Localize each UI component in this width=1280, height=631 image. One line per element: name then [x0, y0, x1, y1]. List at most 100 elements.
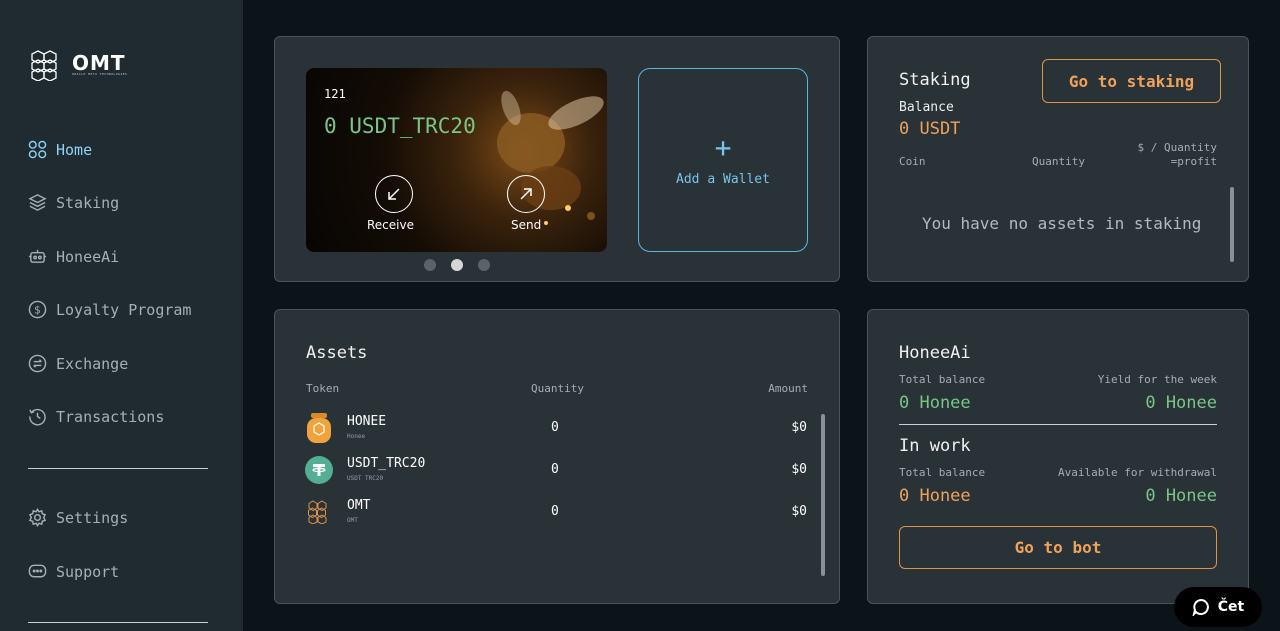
- nav-label: Home: [56, 140, 93, 159]
- wallet-banner[interactable]: 121 0 USDT_TRC20 Receive Send: [306, 68, 607, 252]
- assets-scrollbar[interactable]: [821, 414, 825, 576]
- withdrawal-value: 0 Honee: [1145, 486, 1217, 506]
- token-name: HONEE: [347, 414, 387, 429]
- token-quantity: 0: [551, 504, 559, 519]
- carousel-dot-active[interactable]: [451, 259, 463, 271]
- nav-item-honeeai[interactable]: HoneeAi: [28, 247, 119, 266]
- nav-label: HoneeAi: [56, 247, 120, 266]
- token-subname: USDT TRC20: [347, 475, 384, 482]
- token-quantity: 0: [551, 420, 559, 435]
- assets-card: Assets Token Quantity Amount HONEE Honee…: [274, 309, 840, 604]
- token-amount: $0: [791, 504, 807, 519]
- brand-logo[interactable]: OMT ORACLE META TECHNOLOGIES: [28, 49, 127, 81]
- in-work-title: In work: [899, 436, 971, 456]
- robot-icon: [28, 249, 47, 263]
- token-subname: OMT: [347, 517, 358, 524]
- col-quantity: Quantity: [1032, 155, 1085, 168]
- history-icon: [29, 408, 46, 426]
- col-profit-line1: $ / Quantity: [1137, 141, 1217, 154]
- col-coin: Coin: [899, 155, 926, 168]
- gear-icon: [28, 508, 47, 527]
- table-row[interactable]: HONEE Honee 0 $0: [305, 410, 807, 450]
- nav-item-support[interactable]: Support: [28, 562, 119, 581]
- nav-label: Loyalty Program: [56, 300, 192, 319]
- go-to-bot-button[interactable]: Go to bot: [899, 526, 1217, 569]
- bee-illustration-icon: [497, 90, 604, 225]
- token-subname: Honee: [347, 433, 366, 440]
- add-wallet-button[interactable]: + Add a Wallet: [638, 68, 808, 252]
- chat-icon: [1192, 598, 1209, 616]
- chat-widget-button[interactable]: Čet: [1174, 587, 1262, 627]
- table-row[interactable]: USDT_TRC20 USDT TRC20 0 $0: [305, 452, 807, 492]
- home-icon: [28, 140, 47, 159]
- col-token: Token: [306, 382, 340, 395]
- go-to-staking-button[interactable]: Go to staking: [1042, 59, 1221, 103]
- nav-label: Transactions: [56, 407, 165, 426]
- total-balance-value: 0 Honee: [899, 393, 971, 413]
- sidebar-divider: [28, 622, 208, 623]
- staking-balance-value: 0 USDT: [899, 119, 961, 139]
- send-button[interactable]: [507, 175, 545, 213]
- send-label: Send: [511, 218, 542, 232]
- nav-label: Staking: [56, 193, 120, 212]
- nav-item-staking[interactable]: Staking: [28, 193, 119, 212]
- token-amount: $0: [791, 462, 807, 477]
- sidebar: OMT ORACLE META TECHNOLOGIES Home Stakin…: [0, 0, 243, 631]
- nav-item-settings[interactable]: Settings: [28, 508, 128, 527]
- staking-card: Staking Go to staking Balance 0 USDT Coi…: [867, 36, 1249, 282]
- nav-label: Settings: [56, 508, 129, 527]
- weekly-yield-value: 0 Honee: [1145, 393, 1217, 413]
- receive-label: Receive: [367, 218, 414, 232]
- nav-item-loyalty-program[interactable]: $ Loyalty Program: [28, 300, 191, 319]
- withdrawal-label: Available for withdrawal: [1058, 466, 1217, 479]
- chat-label: Čet: [1217, 599, 1245, 615]
- token-quantity: 0: [551, 462, 559, 477]
- nav-item-transactions[interactable]: Transactions: [28, 407, 164, 426]
- token-name: USDT_TRC20: [347, 456, 426, 471]
- wallet-number: 121: [324, 87, 346, 101]
- exchange-icon: [28, 354, 47, 373]
- honeeai-title: HoneeAi: [899, 343, 971, 363]
- total-balance-label: Total balance: [899, 373, 986, 386]
- nav-item-home[interactable]: Home: [28, 140, 92, 159]
- nav-item-exchange[interactable]: Exchange: [28, 354, 128, 373]
- receive-button[interactable]: [375, 175, 413, 213]
- dollar-coin-icon: $: [28, 300, 47, 319]
- chat-bubble-icon: [28, 564, 47, 578]
- nav-label: Support: [56, 562, 120, 581]
- tether-icon: [305, 456, 333, 484]
- honey-jar-icon: [305, 413, 333, 443]
- col-profit-line2: =profit: [1170, 155, 1217, 168]
- staking-scrollbar[interactable]: [1230, 187, 1234, 262]
- carousel-dot[interactable]: [478, 259, 490, 271]
- staking-title: Staking: [899, 70, 971, 90]
- staking-balance-label: Balance: [899, 100, 954, 115]
- table-row[interactable]: OMT OMT 0 $0: [305, 494, 807, 534]
- token-amount: $0: [791, 420, 807, 435]
- plus-icon: +: [714, 130, 732, 164]
- token-name: OMT: [347, 498, 371, 513]
- col-quantity: Quantity: [531, 382, 584, 395]
- layers-icon: [28, 194, 47, 211]
- inwork-total-label: Total balance: [899, 466, 986, 479]
- carousel-dot[interactable]: [424, 259, 436, 271]
- inwork-total-value: 0 Honee: [899, 486, 971, 506]
- sidebar-divider: [28, 468, 208, 469]
- hexagon-logo-icon: [31, 50, 57, 81]
- wallet-balance: 0 USDT_TRC20: [324, 114, 476, 138]
- arrow-up-right-icon: [520, 188, 532, 200]
- assets-title: Assets: [306, 343, 368, 363]
- honeeai-card: HoneeAi Total balance Yield for the week…: [867, 309, 1249, 604]
- arrow-down-left-icon: [388, 188, 400, 200]
- nav-label: Exchange: [56, 354, 129, 373]
- brand-name: OMT: [72, 51, 126, 75]
- brand-subtitle: ORACLE META TECHNOLOGIES: [72, 72, 128, 76]
- col-amount: Amount: [768, 382, 808, 395]
- omt-hexagon-icon: [305, 498, 333, 526]
- honeeai-divider: [899, 424, 1217, 425]
- carousel-dots: [424, 259, 490, 271]
- svg-text:$: $: [34, 304, 41, 316]
- wallet-card: 121 0 USDT_TRC20 Receive Send + Add a Wa…: [274, 36, 840, 282]
- staking-empty-message: You have no assets in staking: [922, 214, 1202, 233]
- add-wallet-label: Add a Wallet: [676, 171, 770, 187]
